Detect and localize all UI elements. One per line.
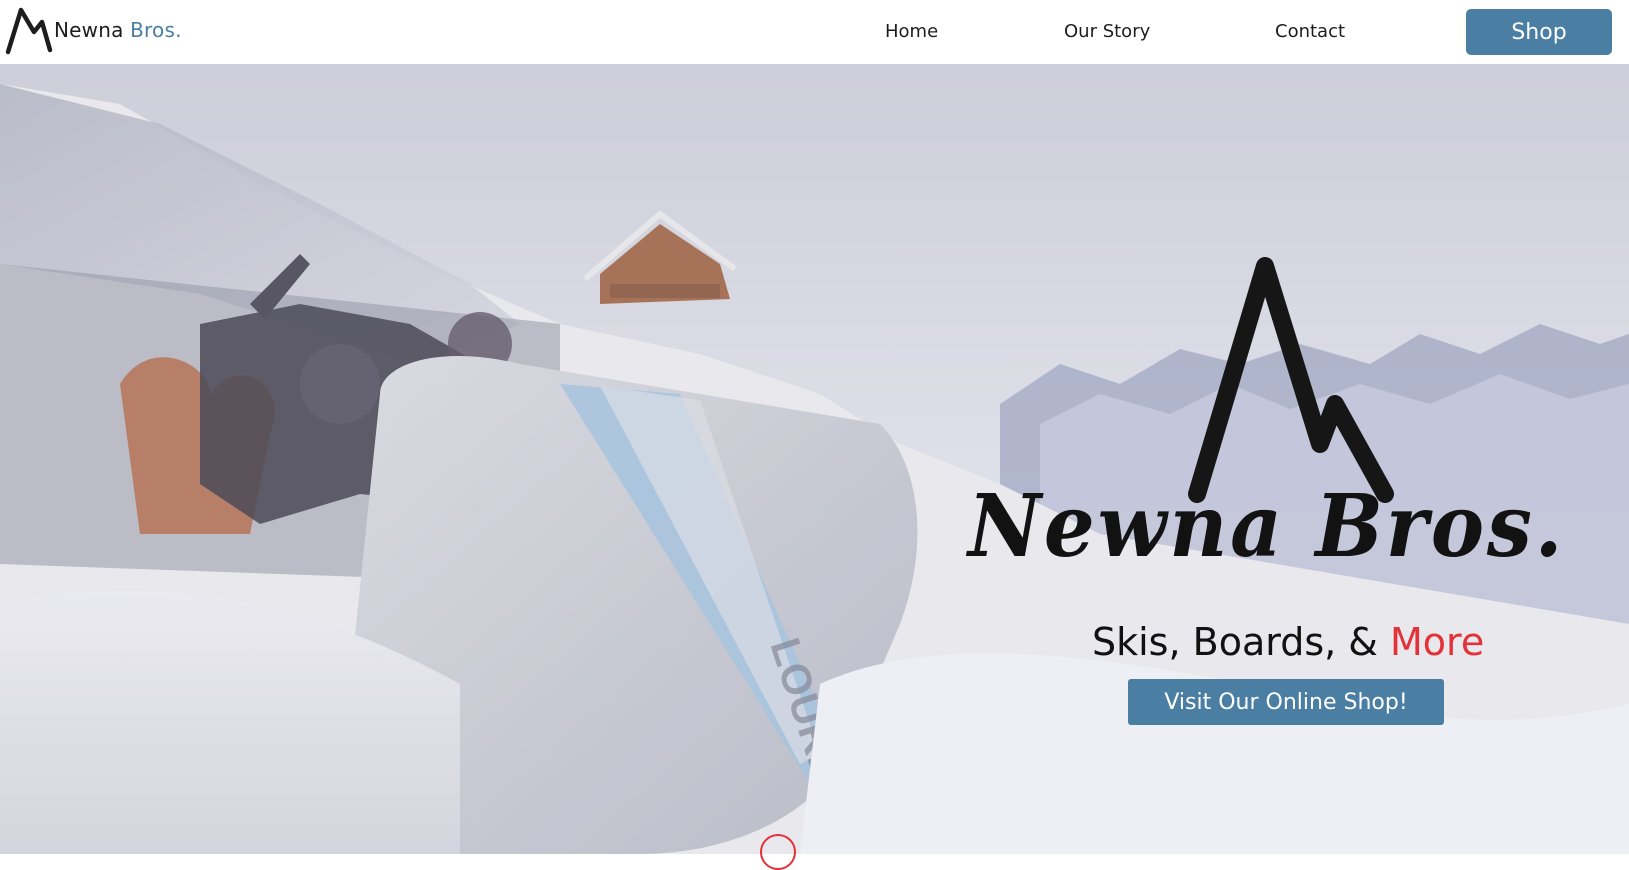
shop-button[interactable]: Shop bbox=[1466, 9, 1612, 55]
brand-name-accent: Bros. bbox=[130, 18, 182, 42]
nav-link-contact[interactable]: Contact bbox=[1275, 21, 1345, 42]
hero-tagline: Skis, Boards, & More bbox=[1092, 620, 1484, 664]
visit-shop-button[interactable]: Visit Our Online Shop! bbox=[1128, 679, 1444, 725]
nav-link-our-story[interactable]: Our Story bbox=[1064, 21, 1150, 42]
brand-name: Newna Bros. bbox=[54, 18, 182, 42]
hero-section: LOURE Newna Bros. Skis, Boards, & More V… bbox=[0, 64, 1629, 854]
brand-link[interactable]: Newna Bros. bbox=[4, 4, 182, 56]
mountain-icon bbox=[5, 7, 53, 55]
brand-name-primary: Newna bbox=[54, 18, 124, 42]
navbar: Newna Bros. Home Our Story Contact Shop bbox=[0, 0, 1629, 64]
hero-wordmark: Newna Bros. bbox=[968, 476, 1566, 577]
nav-link-home[interactable]: Home bbox=[885, 21, 938, 42]
tagline-accent: More bbox=[1390, 620, 1485, 664]
scroll-down-icon[interactable] bbox=[760, 834, 796, 870]
tagline-main: Skis, Boards, & bbox=[1092, 620, 1390, 664]
